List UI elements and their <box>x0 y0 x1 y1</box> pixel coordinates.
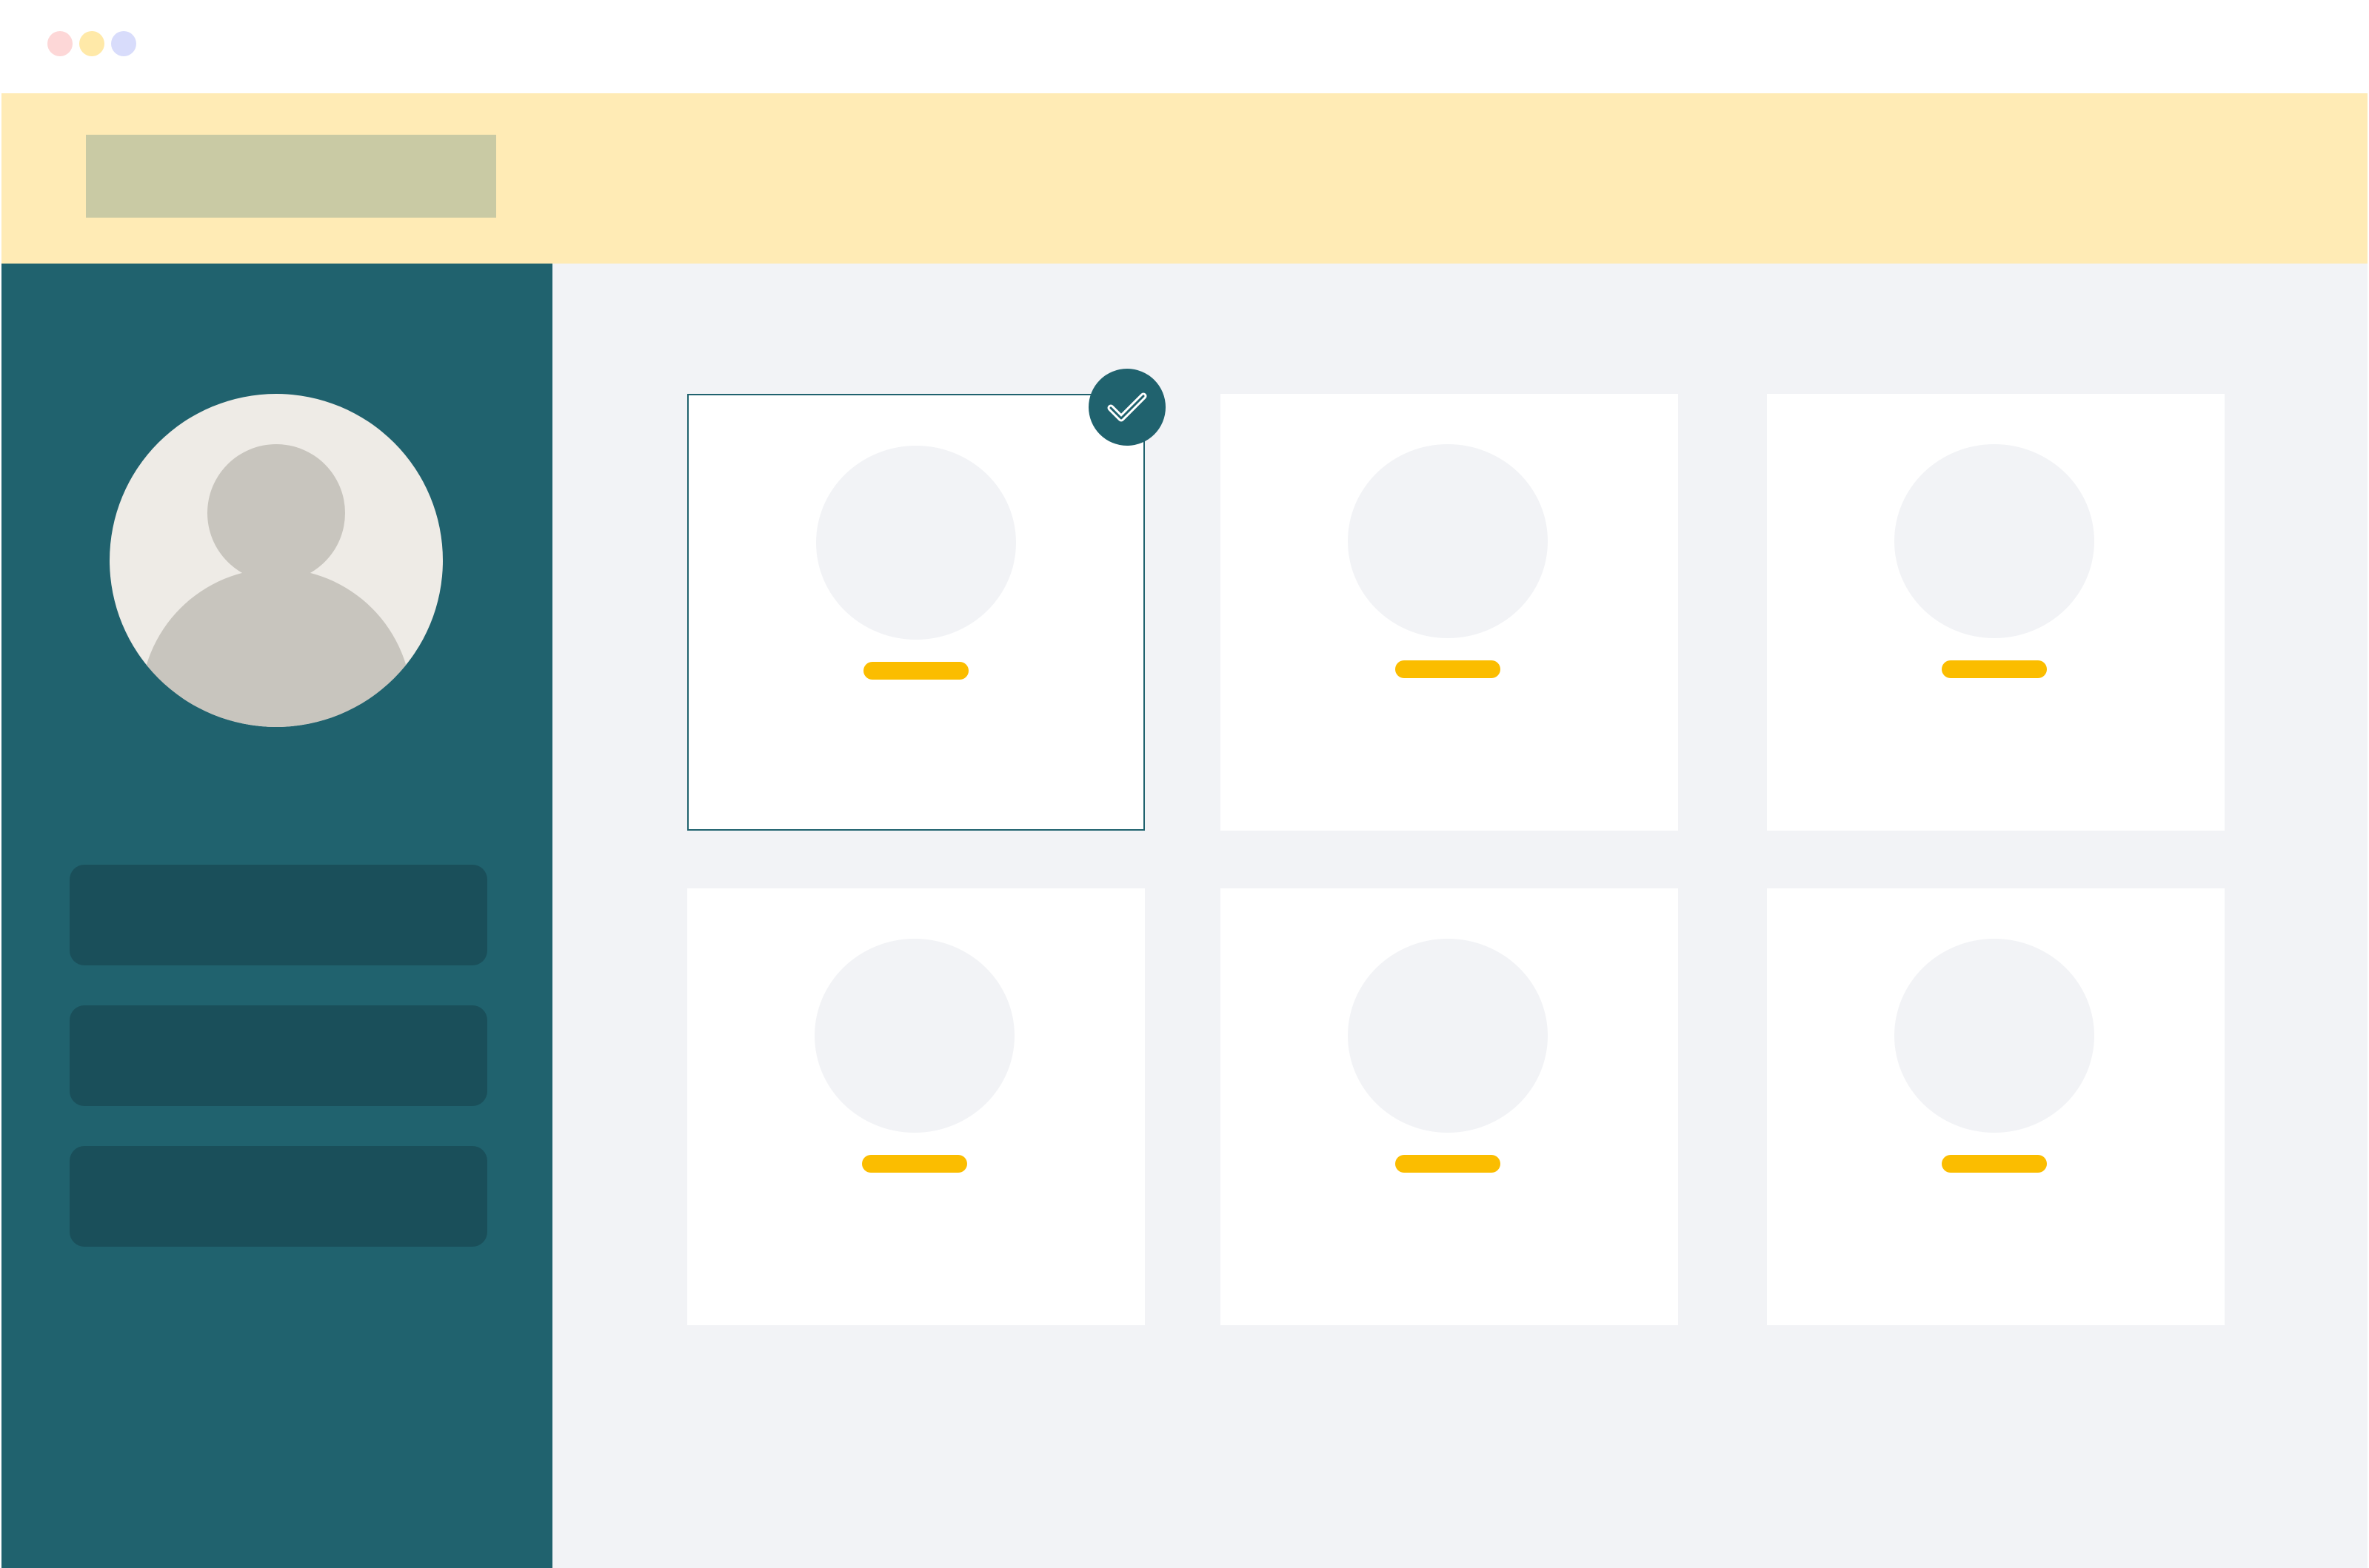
window-maximize-button[interactable] <box>111 31 136 56</box>
card-label-bar <box>1942 660 2047 678</box>
grid-card-4[interactable] <box>687 888 1145 1325</box>
grid-card-5[interactable] <box>1220 888 1678 1325</box>
sidebar-item-1[interactable] <box>70 865 487 965</box>
sidebar-item-3[interactable] <box>70 1146 487 1247</box>
app-header <box>1 93 2368 264</box>
window-titlebar <box>0 0 2369 93</box>
grid-card-3[interactable] <box>1767 394 2225 831</box>
checkmark-glyph <box>1107 392 1147 422</box>
card-label-bar <box>862 1155 967 1173</box>
main-content <box>552 264 2368 1568</box>
sidebar-item-2[interactable] <box>70 1005 487 1106</box>
card-image-placeholder <box>1894 939 2094 1133</box>
window-minimize-button[interactable] <box>79 31 104 56</box>
card-label-bar <box>1395 660 1500 678</box>
window-close-button[interactable] <box>47 31 73 56</box>
grid-card-2[interactable] <box>1220 394 1678 831</box>
app-window <box>0 0 2369 1568</box>
card-image-placeholder <box>815 939 1015 1133</box>
logo-placeholder <box>86 135 496 218</box>
avatar-body-shape <box>141 569 412 727</box>
card-label-bar <box>1395 1155 1500 1173</box>
card-image-placeholder <box>1894 444 2094 638</box>
card-label-bar <box>1942 1155 2047 1173</box>
checkmark-icon[interactable] <box>1089 369 1166 446</box>
grid-card-1[interactable] <box>687 394 1145 831</box>
card-image-placeholder <box>816 446 1016 640</box>
card-image-placeholder <box>1348 939 1548 1133</box>
card-image-placeholder <box>1348 444 1548 638</box>
sidebar <box>1 264 552 1568</box>
grid-card-6[interactable] <box>1767 888 2225 1325</box>
avatar-head-shape <box>207 444 345 582</box>
user-avatar-icon[interactable] <box>110 394 443 727</box>
card-label-bar <box>863 662 969 680</box>
